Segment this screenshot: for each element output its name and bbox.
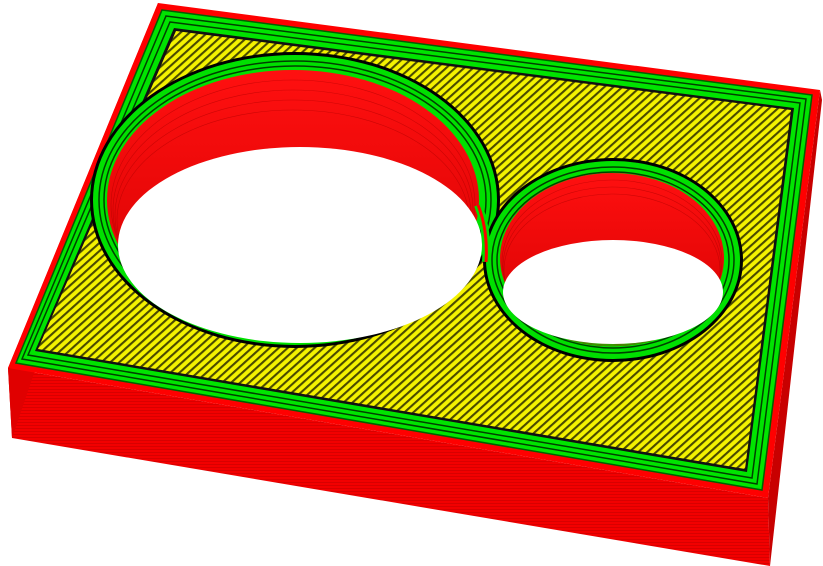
small-hole-opening bbox=[503, 240, 723, 344]
small-circular-hole bbox=[483, 158, 743, 362]
large-circular-hole bbox=[90, 52, 500, 348]
slicer-3d-preview[interactable] bbox=[0, 0, 823, 566]
large-hole-opening bbox=[118, 147, 482, 343]
